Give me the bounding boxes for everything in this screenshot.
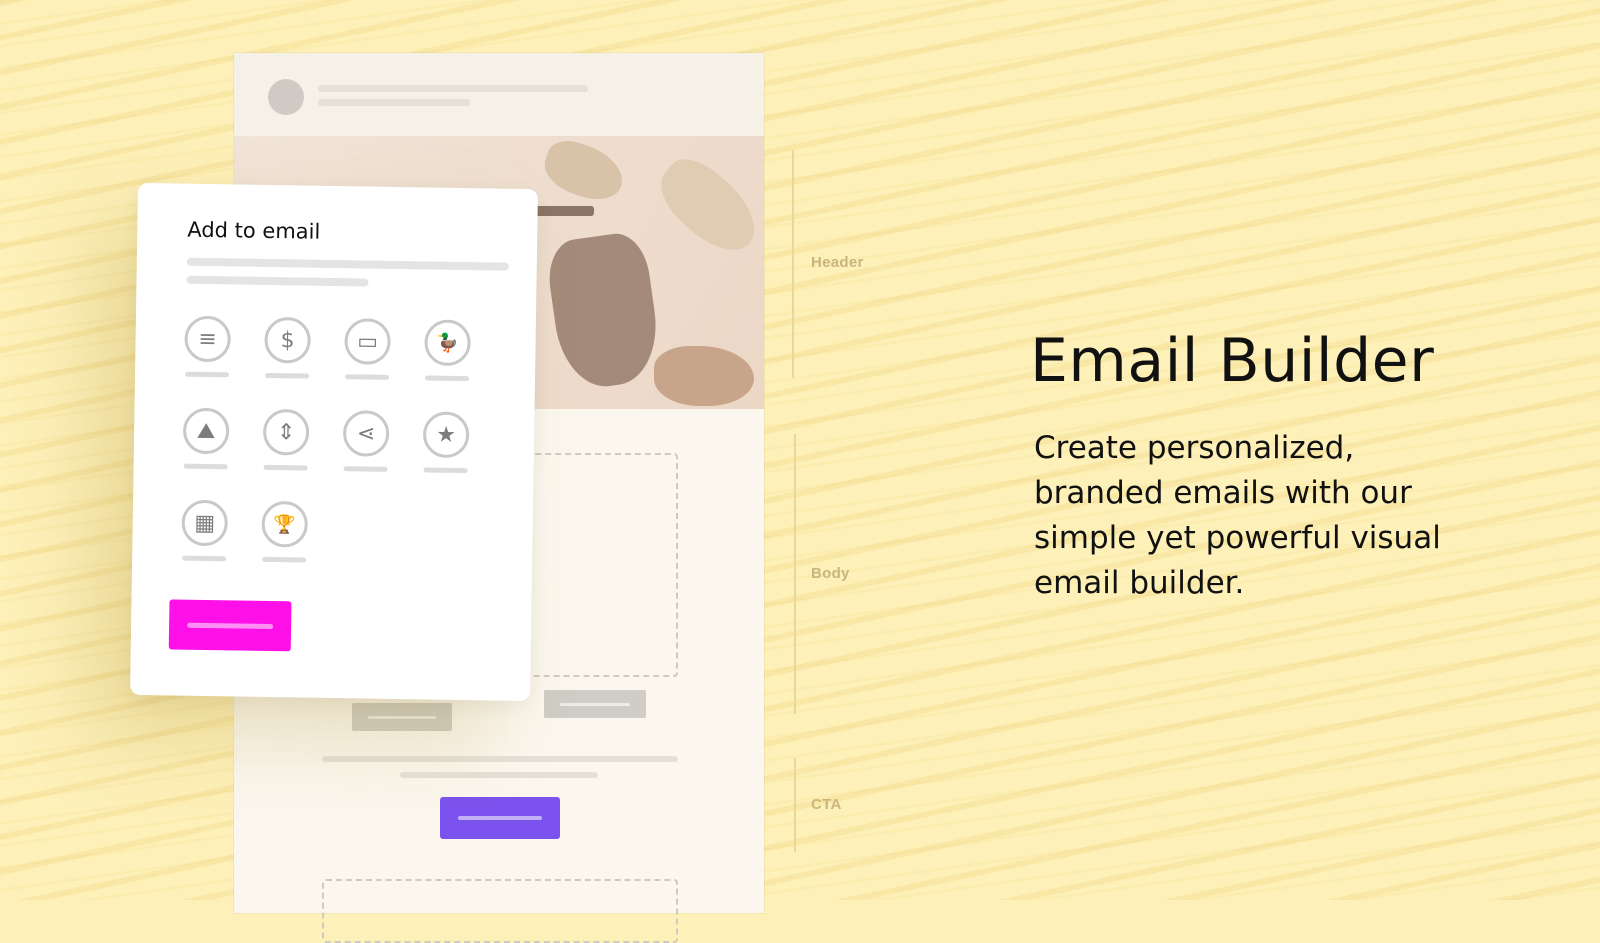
boot-shape (544, 229, 664, 393)
tile-image[interactable]: ⛰ (180, 407, 233, 470)
tile-duck[interactable]: 🦆 (421, 319, 474, 382)
add-button-label-line (187, 622, 274, 630)
trophy-icon: 🏆 (261, 500, 309, 548)
tile-label (424, 375, 470, 382)
body-guide-line (794, 434, 796, 714)
tile-share[interactable]: ⋖ (340, 410, 393, 472)
text-block-icon: ≡ (184, 315, 231, 363)
tile-text[interactable]: ≡ (181, 315, 234, 378)
image-icon: ⛰ (182, 407, 230, 455)
tile-trophy[interactable]: 🏆 (258, 500, 311, 563)
section-label-body: Body (811, 565, 850, 582)
duck-icon: 🦆 (424, 319, 471, 367)
email-header (234, 53, 764, 136)
add-button[interactable] (168, 599, 292, 652)
header-guide-line (792, 150, 794, 378)
body-line-2 (400, 772, 598, 778)
tile-button[interactable]: ▭ (341, 318, 394, 380)
tile-label (264, 372, 310, 379)
tile-star[interactable]: ★ (420, 411, 473, 474)
share-icon: ⋖ (342, 410, 390, 457)
cta-label-line (458, 816, 542, 820)
tile-label (344, 374, 390, 380)
spacer-icon: ⇕ (262, 408, 310, 456)
tile-label (423, 467, 468, 474)
panel-subtitle-line (186, 257, 509, 271)
secondary-button[interactable] (352, 703, 452, 731)
tile-label (185, 371, 230, 378)
cta-guide-line (794, 758, 796, 852)
button-label-line (368, 716, 436, 719)
section-label-cta: CTA (811, 796, 842, 813)
tile-label (343, 466, 388, 472)
tile-price[interactable]: $ (261, 316, 314, 379)
shoe-heel-shape (537, 136, 631, 209)
tile-layout[interactable]: ▦ (178, 499, 231, 562)
panel-subtitle-line (186, 275, 369, 287)
sandal-shape (654, 346, 754, 406)
page-description: Create personalized, branded emails with… (1034, 430, 1441, 601)
panel-title: Add to email (187, 217, 321, 244)
header-line-1 (318, 85, 588, 92)
shoe-heel-shape (647, 147, 764, 265)
secondary-button[interactable] (544, 690, 646, 718)
cta-button[interactable] (440, 797, 560, 839)
page-title: Email Builder (1030, 326, 1435, 396)
avatar (268, 79, 304, 115)
tile-label (182, 555, 227, 562)
button-label-line (560, 703, 630, 706)
dollar-icon: $ (264, 316, 311, 364)
tile-label (183, 463, 228, 470)
star-icon: ★ (422, 411, 470, 459)
add-to-email-panel: Add to email ≡ $ ▭ 🦆 ⛰ ⇕ ⋖ ★ ▦ 🏆 (130, 182, 538, 702)
section-label-header: Header (811, 254, 864, 271)
body-line-1 (322, 756, 678, 762)
button-click-icon: ▭ (344, 318, 391, 365)
header-line-2 (318, 99, 470, 106)
tile-label (262, 556, 307, 563)
tile-spacer[interactable]: ⇕ (260, 408, 313, 471)
layout-icon: ▦ (181, 499, 229, 547)
drop-zone[interactable] (322, 879, 678, 943)
tile-label (263, 464, 308, 471)
